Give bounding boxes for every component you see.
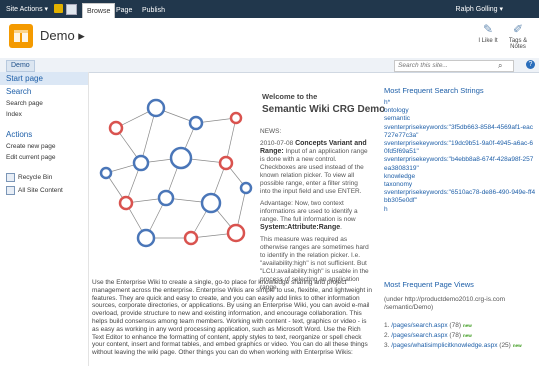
title-area: Demo ▸ ✎ I Like It ✐ Tags & Notes bbox=[0, 18, 539, 59]
search-string-link[interactable]: h* bbox=[384, 99, 536, 107]
news-item-2: Advantage: Now, two context informations… bbox=[260, 200, 358, 231]
tags-notes-icon: ✐ bbox=[512, 22, 524, 36]
tags-notes-button[interactable]: ✐ Tags & Notes bbox=[505, 22, 531, 50]
site-actions-menu[interactable]: Site Actions ▾ bbox=[6, 5, 48, 13]
tab-browse[interactable]: Browse bbox=[82, 3, 116, 19]
nav-edit-current-page[interactable]: Edit current page bbox=[0, 152, 88, 163]
nav-search-page[interactable]: Search page bbox=[0, 98, 88, 109]
site-logo[interactable] bbox=[9, 24, 33, 48]
new-badge: new bbox=[512, 343, 522, 348]
search-icon[interactable]: ⌕ bbox=[498, 61, 502, 71]
news-section: NEWS: 2010-07-08 Concepts Variant and Ra… bbox=[260, 128, 370, 296]
page-view-link[interactable]: /pages/whatisimplicitknowledge.aspx bbox=[391, 342, 497, 349]
tab-publish[interactable]: Publish bbox=[138, 3, 169, 18]
search-string-link[interactable]: sventerprisekeywords:"19dc9b51-9a0f-4945… bbox=[384, 140, 536, 156]
help-icon[interactable]: ? bbox=[526, 60, 535, 69]
nav-create-new-page[interactable]: Create new page bbox=[0, 141, 88, 152]
page-views-scope: (under http://productdemo2010.crg-is.com… bbox=[384, 296, 506, 311]
recycle-bin-icon bbox=[6, 173, 15, 182]
breadcrumb-demo[interactable]: Demo bbox=[6, 60, 35, 72]
edit-page-icon[interactable] bbox=[66, 4, 77, 15]
news-label: NEWS: bbox=[260, 128, 282, 135]
search-string-link[interactable]: semantic bbox=[384, 115, 536, 123]
site-title[interactable]: Demo ▸ bbox=[40, 28, 85, 44]
page-views-heading: Most Frequent Page Views bbox=[384, 280, 474, 289]
i-like-it-button[interactable]: ✎ I Like It bbox=[475, 22, 501, 44]
nav-recycle-bin[interactable]: Recycle Bin bbox=[0, 171, 88, 184]
tags-notes-label: Tags & Notes bbox=[508, 38, 528, 50]
site-logo-icon bbox=[14, 30, 28, 42]
page-views-list: 1. /pages/search.aspx (78) new 2. /pages/… bbox=[384, 321, 536, 351]
search-string-link[interactable]: h bbox=[384, 206, 536, 214]
user-menu[interactable]: Ralph Golling ▾ bbox=[456, 5, 503, 13]
network-graphic bbox=[99, 98, 253, 248]
new-badge: new bbox=[462, 323, 472, 328]
search-strings-heading: Most Frequent Search Strings bbox=[384, 86, 484, 95]
nav-index[interactable]: Index bbox=[0, 109, 88, 120]
search-string-link[interactable]: sventerprisekeywords:"b4ebb8a8-674f-428a… bbox=[384, 156, 536, 172]
list-item: 1. /pages/search.aspx (78) new bbox=[384, 322, 472, 329]
search-string-link[interactable]: knowledge bbox=[384, 173, 536, 181]
intro-text: Use the Enterprise Wiki to create a sing… bbox=[92, 279, 372, 357]
all-site-content-icon bbox=[6, 186, 15, 195]
nav-search-heading[interactable]: Search bbox=[0, 85, 88, 98]
thumbs-up-icon: ✎ bbox=[482, 22, 494, 36]
top-nav: Demo ⌕ ? bbox=[0, 58, 539, 73]
search-input[interactable] bbox=[394, 60, 514, 72]
page-title: Semantic Wiki CRG Demo bbox=[262, 104, 386, 115]
nav-actions-heading[interactable]: Actions bbox=[0, 128, 88, 141]
list-item: 3. /pages/whatisimplicitknowledge.aspx (… bbox=[384, 342, 522, 349]
nav-start-page[interactable]: Start page bbox=[0, 72, 88, 85]
i-like-it-label: I Like It bbox=[478, 38, 498, 44]
ribbon-bar: Site Actions ▾ Browse Page Publish Ralph… bbox=[0, 0, 539, 19]
search-string-link[interactable]: ontology bbox=[384, 107, 536, 115]
welcome-line-1: Welcome to the bbox=[262, 92, 318, 101]
list-item: 2. /pages/search.aspx (78) new bbox=[384, 332, 472, 339]
navigate-up-icon[interactable] bbox=[54, 4, 63, 13]
new-badge: new bbox=[462, 333, 472, 338]
search-string-link[interactable]: sventerprisekeywords:"3f5db663-8584-4569… bbox=[384, 124, 536, 140]
page-view-link[interactable]: /pages/search.aspx bbox=[391, 322, 447, 329]
quick-launch: Start page Search Search page Index Acti… bbox=[0, 72, 89, 366]
search-strings-panel: Most Frequent Search Strings h* ontology… bbox=[384, 86, 536, 214]
search-string-link[interactable]: taxonomy bbox=[384, 181, 536, 189]
tab-page[interactable]: Page bbox=[112, 3, 136, 18]
page-view-link[interactable]: /pages/search.aspx bbox=[391, 332, 447, 339]
nav-all-site-content[interactable]: All Site Content bbox=[0, 184, 88, 197]
news-item-1: 2010-07-08 Concepts Variant and Range: I… bbox=[260, 140, 368, 195]
search-string-link[interactable]: sventerprisekeywords:"6510ac78-de86-490-… bbox=[384, 189, 536, 205]
